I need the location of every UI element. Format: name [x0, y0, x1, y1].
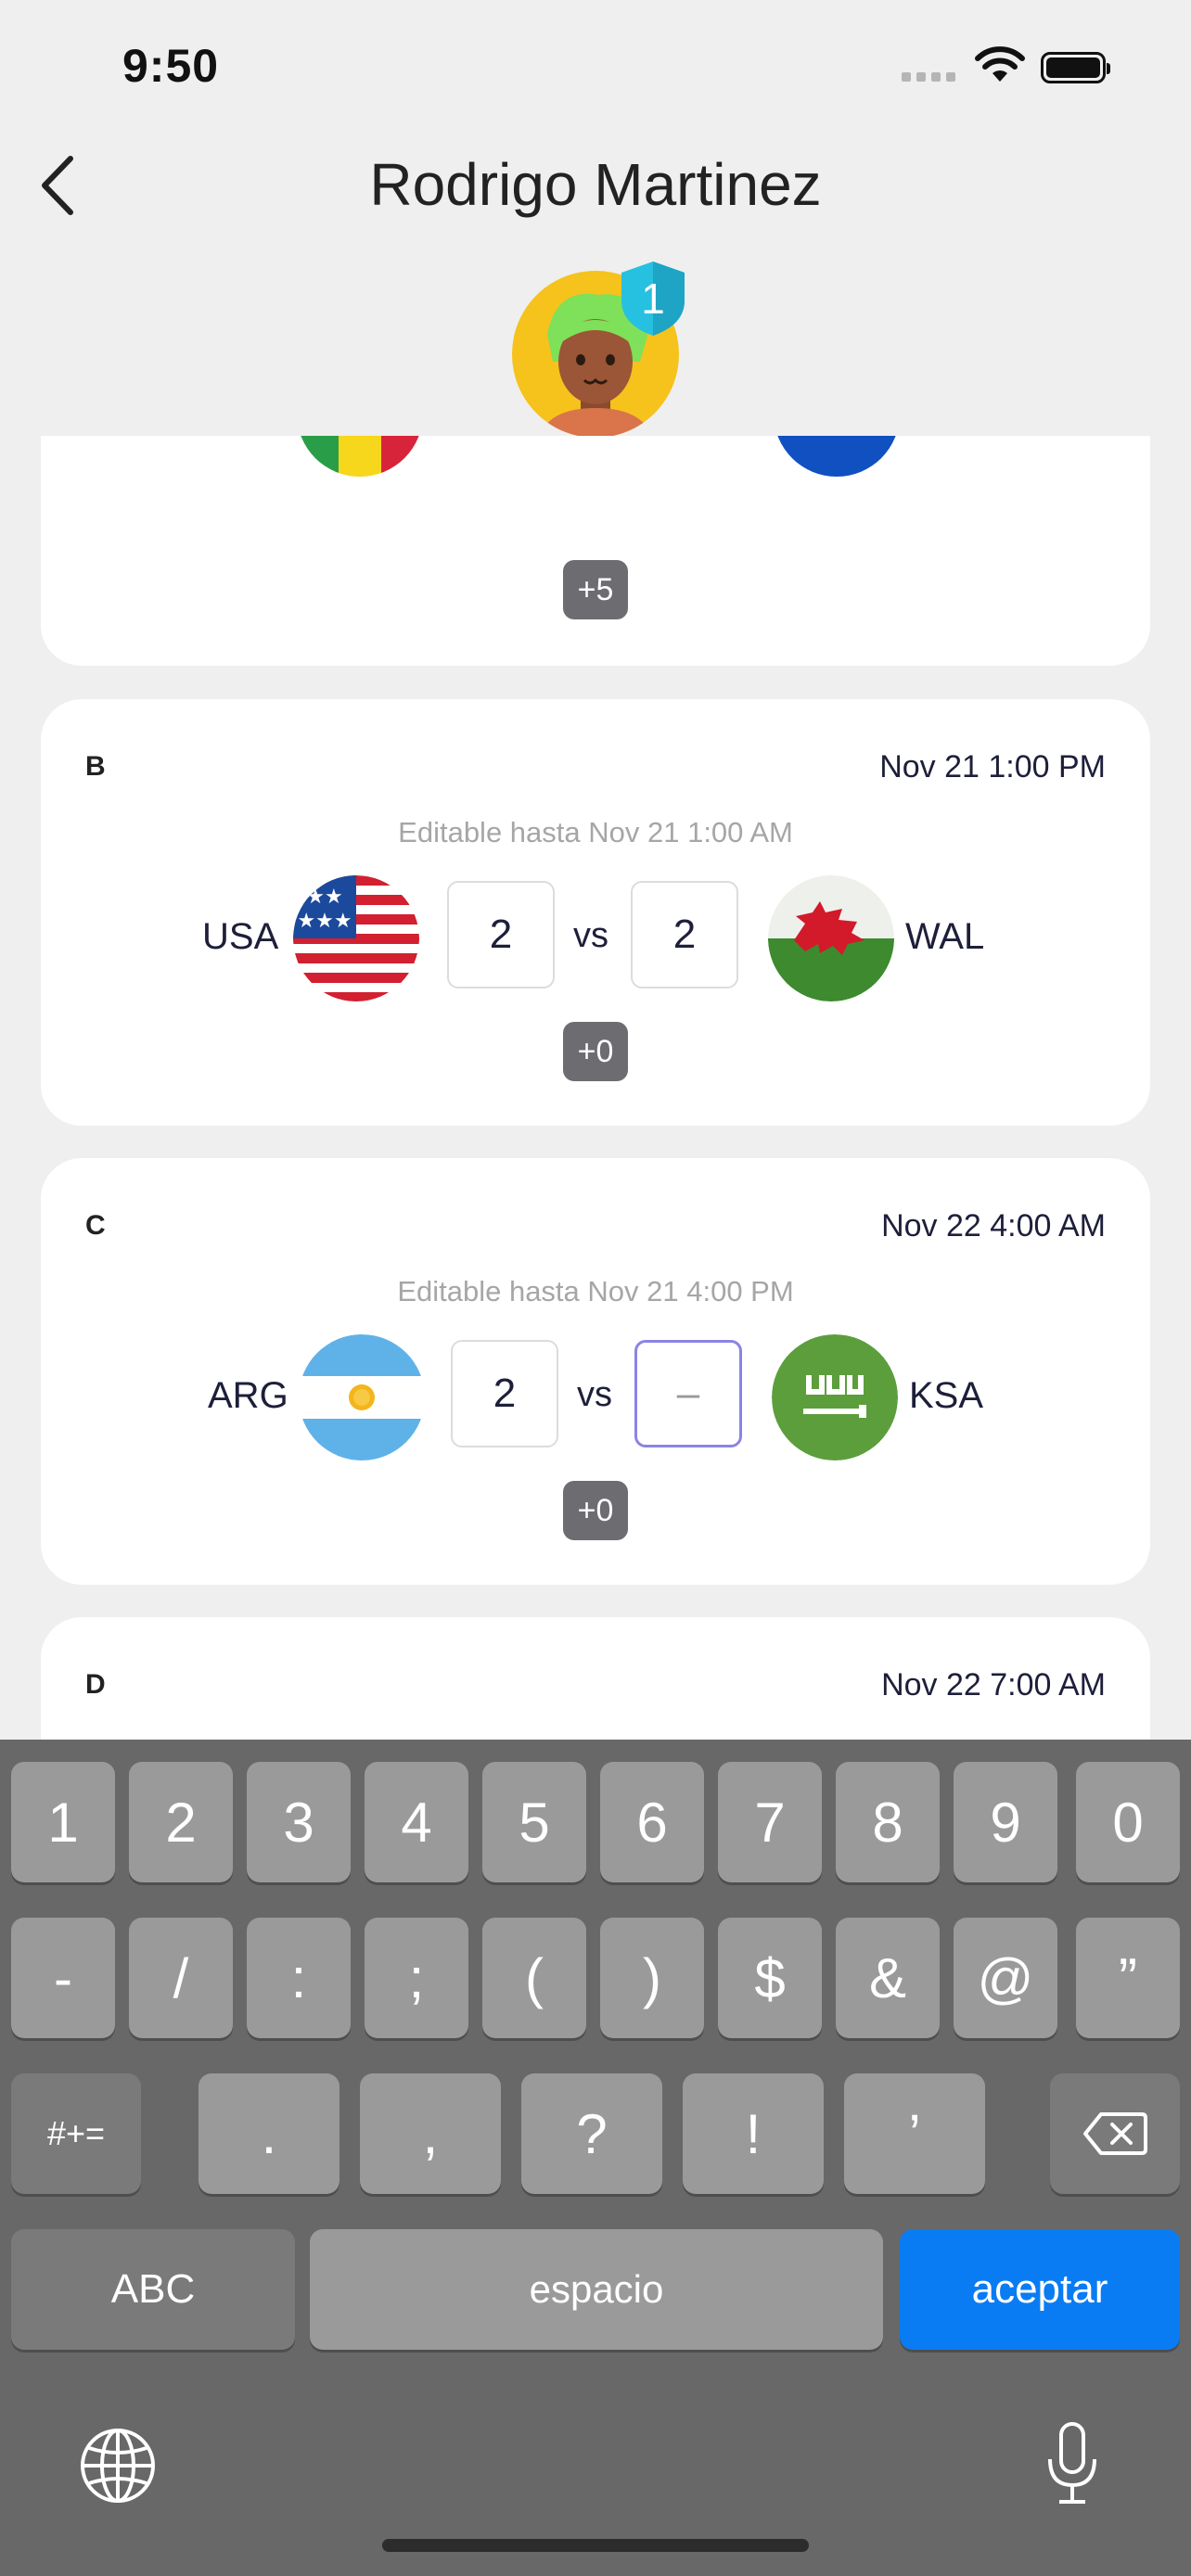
status-time: 9:50 — [122, 40, 220, 92]
key-exclamation[interactable]: ! — [683, 2073, 824, 2194]
key-6[interactable]: 6 — [600, 1762, 704, 1882]
home-score-input[interactable]: 2 — [447, 881, 555, 988]
away-score-placeholder: – — [676, 1371, 700, 1416]
match-card: B Nov 21 1:00 PM Editable hasta Nov 21 1… — [41, 699, 1150, 1126]
argentina-flag-icon — [299, 1334, 425, 1460]
backspace-icon — [1083, 2112, 1147, 2155]
key-period[interactable]: . — [198, 2073, 339, 2194]
key-colon[interactable]: : — [247, 1918, 351, 2038]
flag-partial-icon — [297, 436, 423, 477]
match-date: Nov 22 7:00 AM — [881, 1667, 1106, 1702]
svg-text:★★★: ★★★ — [297, 910, 352, 933]
flag-partial-icon — [777, 436, 896, 477]
key-4[interactable]: 4 — [365, 1762, 468, 1882]
home-team-code: USA — [202, 916, 279, 957]
numeric-keyboard: 1 2 3 4 5 6 7 8 9 0 - / : ; ( ) $ & @ ” … — [0, 1740, 1191, 2576]
key-3[interactable]: 3 — [247, 1762, 351, 1882]
key-0[interactable]: 0 — [1076, 1762, 1180, 1882]
key-comma[interactable]: , — [360, 2073, 501, 2194]
editable-until: Editable hasta Nov 21 1:00 AM — [398, 816, 793, 848]
key-question[interactable]: ? — [521, 2073, 662, 2194]
key-apostrophe[interactable]: ’ — [844, 2073, 985, 2194]
key-quote[interactable]: ” — [1076, 1918, 1180, 2038]
abc-key[interactable]: ABC — [11, 2229, 295, 2350]
space-key[interactable]: espacio — [310, 2229, 883, 2350]
vs-label: vs — [573, 916, 608, 955]
key-semicolon[interactable]: ; — [365, 1918, 468, 2038]
key-slash[interactable]: / — [129, 1918, 233, 2038]
vs-label: vs — [577, 1375, 612, 1414]
wifi-icon — [975, 46, 1025, 82]
away-team-code: KSA — [909, 1375, 984, 1416]
globe-icon[interactable] — [78, 2426, 158, 2506]
key-1[interactable]: 1 — [11, 1762, 115, 1882]
away-score-input[interactable]: 2 — [631, 881, 738, 988]
match-card-previous: +5 — [41, 436, 1150, 666]
backspace-key[interactable] — [1050, 2073, 1180, 2194]
match-date: Nov 21 1:00 PM — [879, 749, 1106, 784]
rank-number: 1 — [641, 274, 665, 323]
key-open-paren[interactable]: ( — [482, 1918, 586, 2038]
accept-key[interactable]: aceptar — [900, 2229, 1180, 2350]
away-team-code: WAL — [905, 916, 985, 957]
key-8[interactable]: 8 — [836, 1762, 940, 1882]
key-2[interactable]: 2 — [129, 1762, 233, 1882]
home-indicator[interactable] — [382, 2539, 809, 2552]
group-label: B — [85, 751, 106, 782]
key-9[interactable]: 9 — [954, 1762, 1057, 1882]
key-ampersand[interactable]: & — [836, 1918, 940, 2038]
away-score-input-focused[interactable]: – — [634, 1340, 742, 1447]
match-date: Nov 22 4:00 AM — [881, 1208, 1106, 1243]
match-card: C Nov 22 4:00 AM Editable hasta Nov 21 4… — [41, 1158, 1150, 1585]
key-dollar[interactable]: $ — [718, 1918, 822, 2038]
editable-until: Editable hasta Nov 21 4:00 PM — [397, 1275, 794, 1307]
points-badge: +0 — [563, 1481, 628, 1540]
key-5[interactable]: 5 — [482, 1762, 586, 1882]
usa-flag-icon: ★★ ★★★ — [293, 875, 419, 1001]
cellular-signal-icon — [902, 72, 955, 82]
home-score-input[interactable]: 2 — [451, 1340, 558, 1447]
home-team-code: ARG — [208, 1375, 288, 1416]
symbols-key[interactable]: #+= — [11, 2073, 141, 2194]
key-7[interactable]: 7 — [718, 1762, 822, 1882]
rank-shield-icon: 1 — [621, 261, 685, 336]
points-badge: +5 — [563, 560, 628, 619]
svg-text:★★: ★★ — [306, 886, 342, 909]
points-badge: +0 — [563, 1022, 628, 1081]
saudi-flag-icon — [772, 1334, 898, 1460]
group-label: C — [85, 1210, 106, 1241]
wales-flag-icon — [768, 875, 894, 1001]
battery-icon — [1041, 52, 1110, 83]
key-close-paren[interactable]: ) — [600, 1918, 704, 2038]
group-label: D — [85, 1669, 106, 1700]
key-hyphen[interactable]: - — [11, 1918, 115, 2038]
page-title: Rodrigo Martinez — [369, 151, 822, 218]
key-at[interactable]: @ — [954, 1918, 1057, 2038]
microphone-icon[interactable] — [1043, 2420, 1102, 2509]
